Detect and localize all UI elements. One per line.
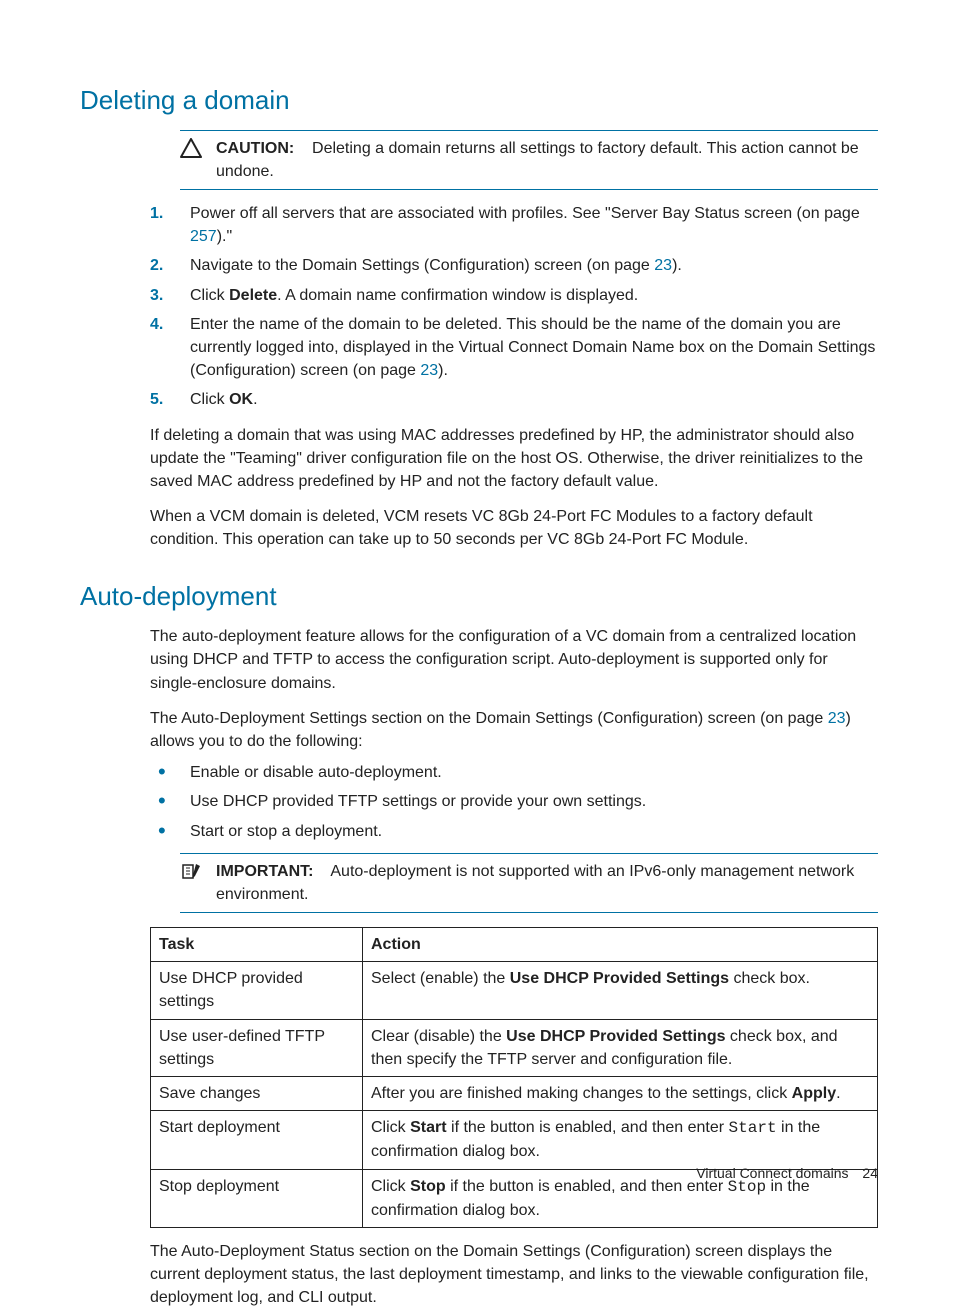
section-heading-auto-deployment: Auto-deployment bbox=[80, 578, 878, 616]
action-cell: Click Start if the button is enabled, an… bbox=[363, 1111, 878, 1169]
section1-body: Power off all servers that are associate… bbox=[150, 202, 878, 551]
task-cell: Use user-defined TFTP settings bbox=[151, 1019, 363, 1076]
task-cell: Start deployment bbox=[151, 1111, 363, 1169]
step-text: Click bbox=[190, 287, 229, 304]
cell-text: After you are finished making changes to… bbox=[371, 1085, 792, 1102]
caution-body: Deleting a domain returns all settings t… bbox=[216, 140, 859, 180]
list-item: Enable or disable auto-deployment. bbox=[150, 761, 878, 784]
table-row: Start deployment Click Start if the butt… bbox=[151, 1111, 878, 1169]
important-callout: IMPORTANT: Auto-deployment is not suppor… bbox=[180, 853, 878, 913]
page-link[interactable]: 23 bbox=[828, 710, 846, 727]
paragraph: The Auto-Deployment Status section on th… bbox=[150, 1240, 878, 1310]
important-icon bbox=[180, 860, 216, 881]
step-text: ). bbox=[672, 257, 682, 274]
important-text: IMPORTANT: Auto-deployment is not suppor… bbox=[216, 860, 876, 906]
document-page: Deleting a domain CAUTION: Deleting a do… bbox=[0, 0, 954, 1235]
step-3: Click Delete. A domain name confirmation… bbox=[150, 284, 878, 307]
ui-term: Use DHCP Provided Settings bbox=[510, 970, 729, 987]
bullet-list: Enable or disable auto-deployment. Use D… bbox=[150, 761, 878, 843]
table-container: Task Action Use DHCP provided settings S… bbox=[150, 927, 878, 1309]
cell-text: if the button is enabled, and then enter bbox=[446, 1178, 728, 1195]
step-4: Enter the name of the domain to be delet… bbox=[150, 313, 878, 383]
step-text: Navigate to the Domain Settings (Configu… bbox=[190, 257, 654, 274]
page-link[interactable]: 257 bbox=[190, 228, 217, 245]
cell-text: Clear (disable) the bbox=[371, 1028, 506, 1045]
step-text: Enter the name of the domain to be delet… bbox=[190, 316, 875, 379]
ui-term: Use DHCP Provided Settings bbox=[506, 1028, 725, 1045]
ui-term: OK bbox=[229, 391, 253, 408]
caution-text: CAUTION: Deleting a domain returns all s… bbox=[216, 137, 876, 183]
task-cell: Use DHCP provided settings bbox=[151, 962, 363, 1019]
list-item: Use DHCP provided TFTP settings or provi… bbox=[150, 790, 878, 813]
action-cell: Clear (disable) the Use DHCP Provided Se… bbox=[363, 1019, 878, 1076]
cell-text: Select (enable) the bbox=[371, 970, 510, 987]
step-text: Click bbox=[190, 391, 229, 408]
paragraph-text: The Auto-Deployment Settings section on … bbox=[150, 710, 828, 727]
step-2: Navigate to the Domain Settings (Configu… bbox=[150, 254, 878, 277]
page-footer: Virtual Connect domains 24 bbox=[696, 1163, 878, 1183]
caution-label: CAUTION: bbox=[216, 140, 294, 157]
cell-text: Click bbox=[371, 1119, 410, 1136]
page-number: 24 bbox=[862, 1165, 878, 1181]
step-1: Power off all servers that are associate… bbox=[150, 202, 878, 248]
table-row: Use DHCP provided settings Select (enabl… bbox=[151, 962, 878, 1019]
ui-term: Start bbox=[410, 1119, 446, 1136]
list-item: Start or stop a deployment. bbox=[150, 820, 878, 843]
cell-text: if the button is enabled, and then enter bbox=[447, 1119, 729, 1136]
important-label: IMPORTANT: bbox=[216, 863, 313, 880]
step-text: . bbox=[253, 391, 257, 408]
page-link[interactable]: 23 bbox=[654, 257, 672, 274]
column-header-task: Task bbox=[151, 928, 363, 962]
section2-body: The auto-deployment feature allows for t… bbox=[150, 625, 878, 843]
section-heading-deleting-domain: Deleting a domain bbox=[80, 82, 878, 120]
paragraph: When a VCM domain is deleted, VCM resets… bbox=[150, 505, 878, 551]
ui-term: Apply bbox=[792, 1085, 836, 1102]
action-cell: After you are finished making changes to… bbox=[363, 1077, 878, 1111]
step-text: ). bbox=[438, 362, 448, 379]
footer-section-title: Virtual Connect domains bbox=[696, 1165, 848, 1181]
step-text: Power off all servers that are associate… bbox=[190, 205, 860, 222]
paragraph: If deleting a domain that was using MAC … bbox=[150, 424, 878, 494]
step-text: )." bbox=[217, 228, 232, 245]
step-text: . A domain name confirmation window is d… bbox=[277, 287, 638, 304]
action-cell: Select (enable) the Use DHCP Provided Se… bbox=[363, 962, 878, 1019]
step-5: Click OK. bbox=[150, 388, 878, 411]
cell-text: check box. bbox=[729, 970, 810, 987]
table-row: Use user-defined TFTP settings Clear (di… bbox=[151, 1019, 878, 1076]
ui-term: Delete bbox=[229, 287, 277, 304]
paragraph: The Auto-Deployment Settings section on … bbox=[150, 707, 878, 753]
cell-text: Click bbox=[371, 1178, 410, 1195]
caution-icon bbox=[180, 137, 216, 158]
ui-term: Stop bbox=[410, 1178, 446, 1195]
column-header-action: Action bbox=[363, 928, 878, 962]
task-cell: Save changes bbox=[151, 1077, 363, 1111]
caution-callout: CAUTION: Deleting a domain returns all s… bbox=[180, 130, 878, 190]
code-term: Start bbox=[729, 1119, 777, 1137]
paragraph: The auto-deployment feature allows for t… bbox=[150, 625, 878, 695]
task-cell: Stop deployment bbox=[151, 1169, 363, 1227]
table-header-row: Task Action bbox=[151, 928, 878, 962]
procedure-list: Power off all servers that are associate… bbox=[150, 202, 878, 412]
cell-text: . bbox=[836, 1085, 840, 1102]
table-row: Save changes After you are finished maki… bbox=[151, 1077, 878, 1111]
page-link[interactable]: 23 bbox=[420, 362, 438, 379]
